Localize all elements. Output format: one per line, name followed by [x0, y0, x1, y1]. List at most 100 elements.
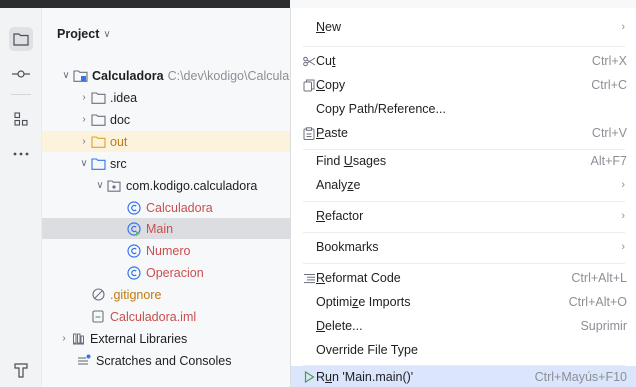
tree-item-idea[interactable]: › .idea	[42, 87, 290, 108]
commit-tool-icon[interactable]	[9, 62, 33, 86]
build-tool-icon[interactable]	[9, 358, 33, 382]
menu-mnemonic: C	[316, 78, 326, 92]
menu-separator	[303, 46, 625, 47]
run-icon	[302, 370, 316, 384]
menu-item-run-main[interactable]: Run 'Main.main()' Ctrl+Mayús+F10	[291, 366, 636, 387]
menu-item-label: elete...	[325, 319, 363, 333]
menu-item-label: e	[353, 178, 361, 192]
menu-mnemonic: D	[316, 319, 326, 333]
ignore-file-icon	[90, 287, 106, 303]
iml-file-icon	[90, 309, 106, 325]
project-panel: Project ∨ ∨ Calculadora C:\dev\kodigo\Ca…	[42, 8, 290, 387]
menu-item-label: Copy Path/Reference...	[316, 102, 446, 116]
menu-shortcut: Ctrl+X	[591, 54, 627, 68]
tree-item-label: out	[110, 134, 128, 149]
menu-item-refactor[interactable]: Refactor ›	[291, 204, 636, 228]
menu-item-label: R	[316, 369, 326, 384]
menu-item-label: Find	[316, 154, 344, 168]
tree-item-scratches[interactable]: Scratches and Consoles	[42, 350, 290, 371]
menu-item-label: Optimi	[316, 295, 353, 309]
chevron-right-icon: ›	[621, 210, 625, 222]
menu-separator	[303, 232, 625, 233]
menu-item-label: efactor	[325, 209, 364, 223]
runnable-class-icon	[126, 221, 142, 237]
tree-item-doc[interactable]: › doc	[42, 109, 290, 130]
menu-item-label: opy	[325, 78, 346, 92]
copy-icon	[302, 78, 316, 92]
project-tool-icon[interactable]	[9, 27, 33, 51]
tree-item-label: Operacion	[146, 265, 204, 280]
tree-item-project-root[interactable]: ∨ Calculadora C:\dev\kodigo\Calcula	[42, 65, 290, 86]
chevron-down-icon[interactable]: ∨	[94, 180, 106, 191]
class-icon	[126, 265, 142, 281]
tree-item-label: Calculadora	[92, 68, 164, 83]
menu-item-new[interactable]: New ›	[291, 15, 636, 39]
class-icon	[126, 243, 142, 259]
tree-item-out[interactable]: › out	[42, 131, 290, 152]
tree-item-iml[interactable]: Calculadora.iml	[42, 306, 290, 327]
menu-item-paste[interactable]: Paste Ctrl+V	[291, 121, 636, 145]
menu-mnemonic: u	[325, 369, 332, 384]
chevron-right-icon: ›	[621, 21, 625, 33]
tree-item-class-numero[interactable]: Numero	[42, 240, 290, 261]
chevron-down-icon[interactable]: ∨	[60, 70, 72, 81]
menu-item-bookmarks[interactable]: Bookmarks ›	[291, 235, 636, 259]
menu-item-cut[interactable]: Cut Ctrl+X	[291, 49, 636, 73]
tree-item-gitignore[interactable]: .gitignore	[42, 284, 290, 305]
menu-item-copy[interactable]: Copy Ctrl+C	[291, 73, 636, 97]
reformat-icon	[302, 271, 316, 285]
menu-mnemonic: R	[316, 271, 326, 285]
folder-icon	[90, 90, 106, 106]
chevron-right-icon[interactable]: ›	[78, 114, 90, 125]
menu-item-delete[interactable]: Delete... Suprimir	[291, 314, 636, 338]
menu-item-label: Bookmarks	[316, 240, 379, 254]
structure-tool-icon[interactable]	[9, 107, 33, 131]
chevron-right-icon[interactable]: ›	[78, 92, 90, 103]
package-icon	[106, 178, 122, 194]
menu-mnemonic: U	[343, 154, 353, 168]
tree-item-label: Calculadora	[146, 200, 213, 215]
menu-item-label: aste	[324, 126, 348, 140]
menu-shortcut: Ctrl+Alt+L	[571, 271, 627, 285]
tree-item-class-calculadora[interactable]: Calculadora	[42, 197, 290, 218]
menu-item-label: sages	[352, 154, 387, 168]
chevron-down-icon[interactable]: ∨	[78, 158, 90, 169]
menu-item-label: n 'Main.main()'	[331, 369, 414, 384]
tool-window-strip	[0, 8, 42, 387]
tree-item-label: Main	[146, 221, 174, 236]
menu-item-optimize-imports[interactable]: Optimize Imports Ctrl+Alt+O	[291, 290, 636, 314]
scissors-icon	[302, 54, 316, 68]
chevron-right-icon[interactable]: ›	[78, 136, 90, 147]
menu-mnemonic: t	[331, 54, 336, 68]
menu-shortcut: Ctrl+Mayús+F10	[534, 369, 627, 384]
menu-item-reformat-code[interactable]: Reformat Code Ctrl+Alt+L	[291, 266, 636, 290]
project-path: C:\dev\kodigo\Calcula	[167, 68, 290, 83]
menu-item-label: Override File Type	[316, 343, 418, 357]
tree-item-src[interactable]: ∨ src	[42, 153, 290, 174]
folder-icon	[90, 112, 106, 128]
excluded-folder-icon	[90, 134, 106, 150]
more-tools-icon[interactable]	[9, 142, 33, 166]
tree-item-label: Numero	[146, 243, 191, 258]
menu-item-find-usages[interactable]: Find Usages Alt+F7	[291, 149, 636, 173]
menu-separator	[303, 201, 625, 202]
scratches-icon	[76, 353, 92, 369]
tree-item-external-libraries[interactable]: › External Libraries	[42, 328, 290, 349]
tree-item-label: .gitignore	[110, 287, 162, 302]
paste-icon	[302, 126, 316, 140]
menu-item-copy-path[interactable]: Copy Path/Reference...	[291, 97, 636, 121]
menu-shortcut: Ctrl+Alt+O	[568, 295, 627, 309]
tree-item-label: doc	[110, 112, 131, 127]
class-icon	[126, 200, 142, 216]
context-menu: New › Cut Ctrl+X Copy Ctrl+C Copy Path/R…	[290, 8, 636, 387]
tree-item-class-operacion[interactable]: Operacion	[42, 262, 290, 283]
menu-shortcut: Suprimir	[580, 319, 627, 333]
menu-item-override-file-type[interactable]: Override File Type	[291, 338, 636, 362]
tree-item-package[interactable]: ∨ com.kodigo.calculadora	[42, 175, 290, 196]
menu-item-analyze[interactable]: Analyze ›	[291, 173, 636, 197]
tree-item-class-main[interactable]: Main	[42, 218, 290, 239]
chevron-right-icon[interactable]: ›	[58, 333, 70, 344]
project-view-selector[interactable]: Project ∨	[57, 27, 111, 41]
chevron-right-icon: ›	[621, 241, 625, 253]
menu-item-label: eformat Code	[325, 271, 401, 285]
